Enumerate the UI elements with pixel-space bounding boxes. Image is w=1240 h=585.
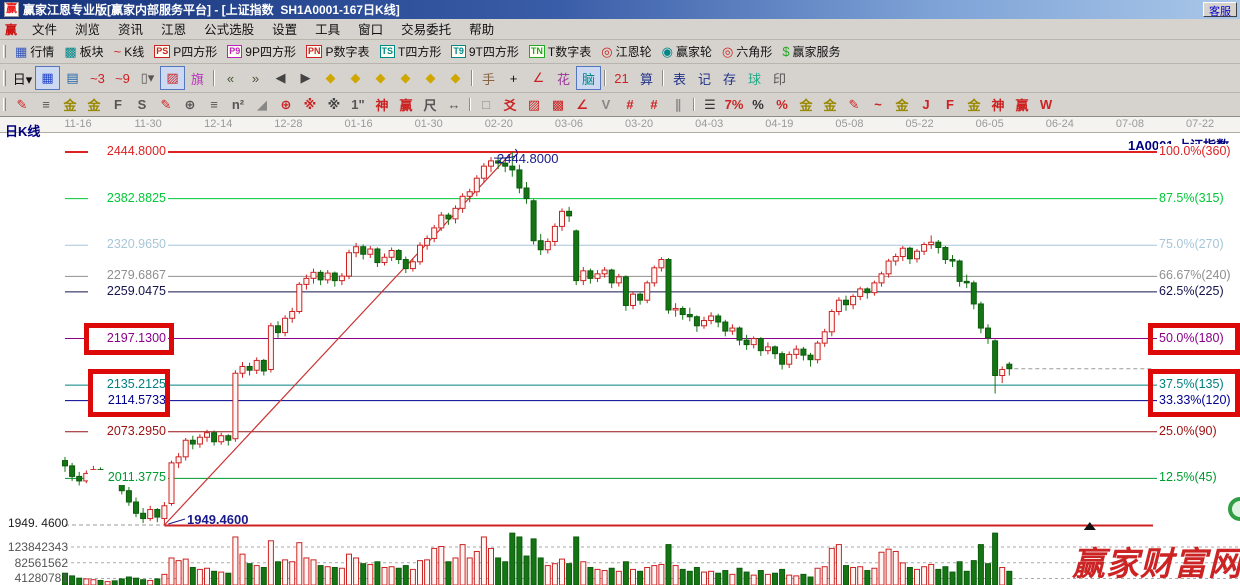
kline-chart-canvas[interactable] (0, 0, 1240, 585)
base-level-lines (65, 522, 1153, 530)
app-window: 赢 赢家江恩专业版[赢家内部服务平台] - [上证指数 SH1A0001-167… (0, 0, 1240, 585)
gann-level-lines (65, 152, 1157, 478)
volume-layer (63, 533, 1012, 585)
